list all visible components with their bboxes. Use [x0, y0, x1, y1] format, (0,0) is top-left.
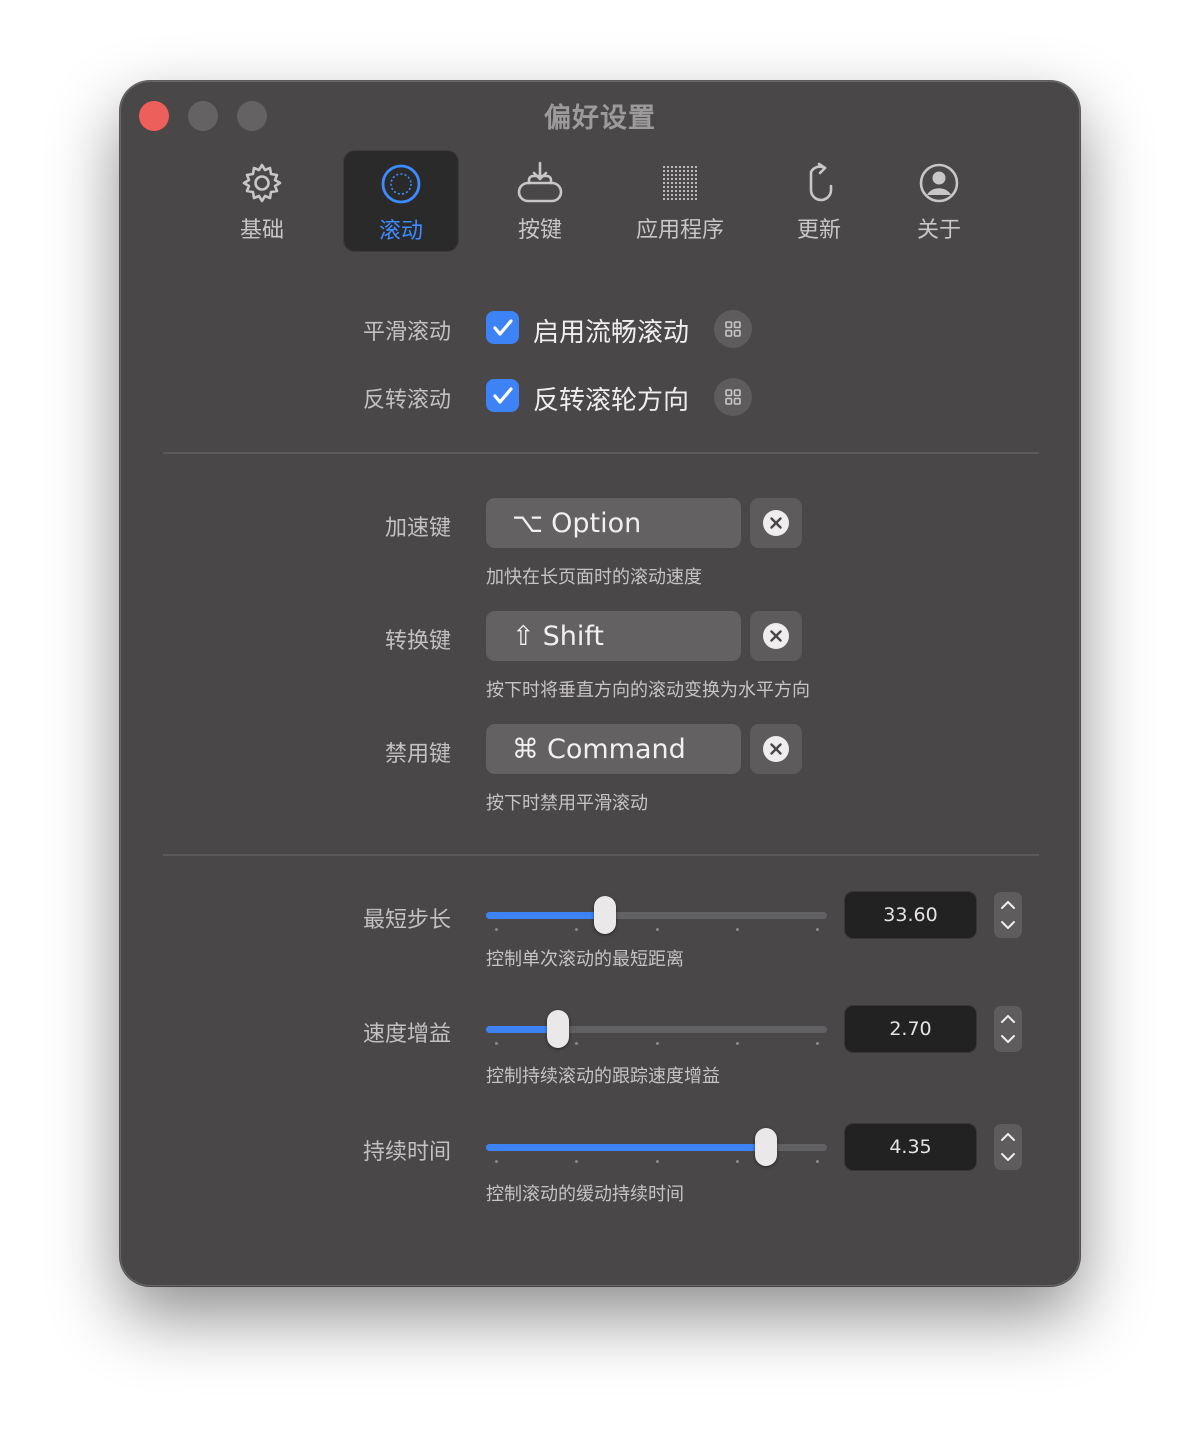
reverse-scrolling-checkbox-label[interactable]: 反转滚轮方向 — [533, 380, 689, 417]
option-key-icon: ⌥ — [512, 507, 544, 539]
slider-tick — [735, 1160, 739, 1163]
speed-gain-label: 速度增益 — [362, 1022, 451, 1047]
accelerate-key-value: Option — [551, 507, 642, 539]
min-step-label: 最短步长 — [362, 908, 451, 933]
tab-general[interactable]: 基础 — [203, 150, 321, 252]
person-circle-icon — [881, 160, 997, 206]
slider-fill — [486, 1144, 766, 1151]
tab-keys-label: 按键 — [517, 218, 562, 243]
slider-tick — [655, 1042, 659, 1045]
tab-applications[interactable]: 应用程序 — [617, 150, 743, 252]
command-key-icon: ⌘ — [512, 733, 539, 765]
smooth-scrolling-label: 平滑滚动 — [362, 320, 451, 345]
speed-gain-value-field[interactable]: 2.70 — [844, 1005, 977, 1053]
slider-tick — [575, 1160, 579, 1163]
disable-key-hint: 按下时禁用平滑滚动 — [486, 793, 648, 814]
speed-gain-hint: 控制持续滚动的跟踪速度增益 — [486, 1066, 720, 1087]
clear-circle-icon — [763, 736, 789, 762]
min-step-slider[interactable] — [486, 895, 827, 935]
tab-about[interactable]: 关于 — [881, 150, 997, 252]
clear-accelerate-key-button[interactable] — [750, 498, 802, 548]
slider-tick — [495, 1160, 498, 1163]
slider-tick — [575, 928, 579, 931]
chevron-up-icon[interactable] — [1000, 895, 1016, 915]
chevron-down-icon[interactable] — [1000, 1029, 1016, 1049]
grid-icon — [725, 389, 741, 405]
slider-tick — [575, 1042, 579, 1045]
min-step-value-field[interactable]: 33.60 — [844, 891, 977, 939]
smooth-scrolling-per-app-button[interactable] — [714, 310, 752, 348]
tab-applications-label: 应用程序 — [635, 218, 724, 243]
reverse-scrolling-per-app-button[interactable] — [714, 378, 752, 416]
tab-update[interactable]: 更新 — [761, 150, 877, 252]
gear-icon — [203, 160, 321, 206]
shift-key-icon: ⇧ — [512, 620, 535, 652]
convert-key-hint: 按下时将垂直方向的滚动变换为水平方向 — [486, 680, 810, 701]
slider-tick — [655, 928, 659, 931]
speed-gain-slider[interactable] — [486, 1009, 827, 1049]
slider-tick — [816, 1042, 819, 1045]
clear-circle-icon — [763, 623, 789, 649]
tab-about-label: 关于 — [916, 218, 961, 243]
duration-value-field[interactable]: 4.35 — [844, 1123, 977, 1171]
clear-disable-key-button[interactable] — [750, 724, 802, 774]
checkmark-icon — [492, 318, 513, 336]
slider-knob[interactable] — [594, 896, 617, 934]
convert-key-label: 转换键 — [384, 629, 451, 654]
window-title: 偏好设置 — [544, 103, 656, 134]
chevron-down-icon[interactable] — [1000, 915, 1016, 935]
checkmark-icon — [492, 386, 513, 404]
chevron-down-icon[interactable] — [1000, 1147, 1016, 1167]
reverse-scrolling-label: 反转滚动 — [362, 388, 451, 413]
slider-tick — [655, 1160, 659, 1163]
clear-convert-key-button[interactable] — [750, 611, 802, 661]
slider-fill — [486, 912, 606, 919]
slider-tick — [816, 928, 819, 931]
slider-tick — [735, 928, 739, 931]
duration-stepper[interactable] — [994, 1124, 1022, 1170]
key-tray-icon — [481, 160, 599, 206]
section-divider — [163, 854, 1039, 856]
clear-circle-icon — [763, 510, 789, 536]
grid-icon — [725, 321, 741, 337]
smooth-scrolling-checkbox[interactable] — [486, 311, 519, 344]
accelerate-key-hint: 加快在长页面时的滚动速度 — [486, 567, 702, 588]
slider-tick — [495, 1042, 498, 1045]
min-step-hint: 控制单次滚动的最短距离 — [486, 949, 684, 970]
slider-knob[interactable] — [754, 1128, 777, 1166]
tab-scrolling-label: 滚动 — [378, 219, 423, 244]
section-divider — [163, 452, 1039, 454]
tab-general-label: 基础 — [239, 218, 284, 243]
slider-knob[interactable] — [546, 1010, 569, 1048]
scroll-circle-icon — [344, 161, 458, 207]
speed-gain-stepper[interactable] — [994, 1006, 1022, 1052]
min-step-stepper[interactable] — [994, 892, 1022, 938]
tab-update-label: 更新 — [796, 218, 841, 243]
duration-slider[interactable] — [486, 1127, 827, 1167]
disable-key-field[interactable]: ⌘ Command — [486, 724, 741, 774]
smooth-scrolling-checkbox-label[interactable]: 启用流畅滚动 — [533, 312, 689, 349]
convert-key-field[interactable]: ⇧ Shift — [486, 611, 741, 661]
convert-key-value: Shift — [542, 620, 604, 652]
refresh-mouse-icon — [761, 160, 877, 206]
app-grid-icon — [617, 160, 743, 206]
disable-key-value: Command — [547, 733, 686, 765]
chevron-up-icon[interactable] — [1000, 1009, 1016, 1029]
duration-label: 持续时间 — [362, 1140, 451, 1165]
preferences-window: 偏好设置 基础 滚动 按键 应用程序 更新 关于 平滑滚动 启用流畅滚动 反转滚… — [120, 81, 1080, 1286]
duration-hint: 控制滚动的缓动持续时间 — [486, 1184, 684, 1205]
reverse-scrolling-checkbox[interactable] — [486, 379, 519, 412]
disable-key-label: 禁用键 — [384, 742, 451, 767]
slider-tick — [735, 1042, 739, 1045]
slider-tick — [495, 928, 498, 931]
tab-scrolling[interactable]: 滚动 — [343, 150, 459, 252]
chevron-up-icon[interactable] — [1000, 1127, 1016, 1147]
accelerate-key-label: 加速键 — [384, 516, 451, 541]
accelerate-key-field[interactable]: ⌥ Option — [486, 498, 741, 548]
slider-tick — [816, 1160, 819, 1163]
tab-keys[interactable]: 按键 — [481, 150, 599, 252]
